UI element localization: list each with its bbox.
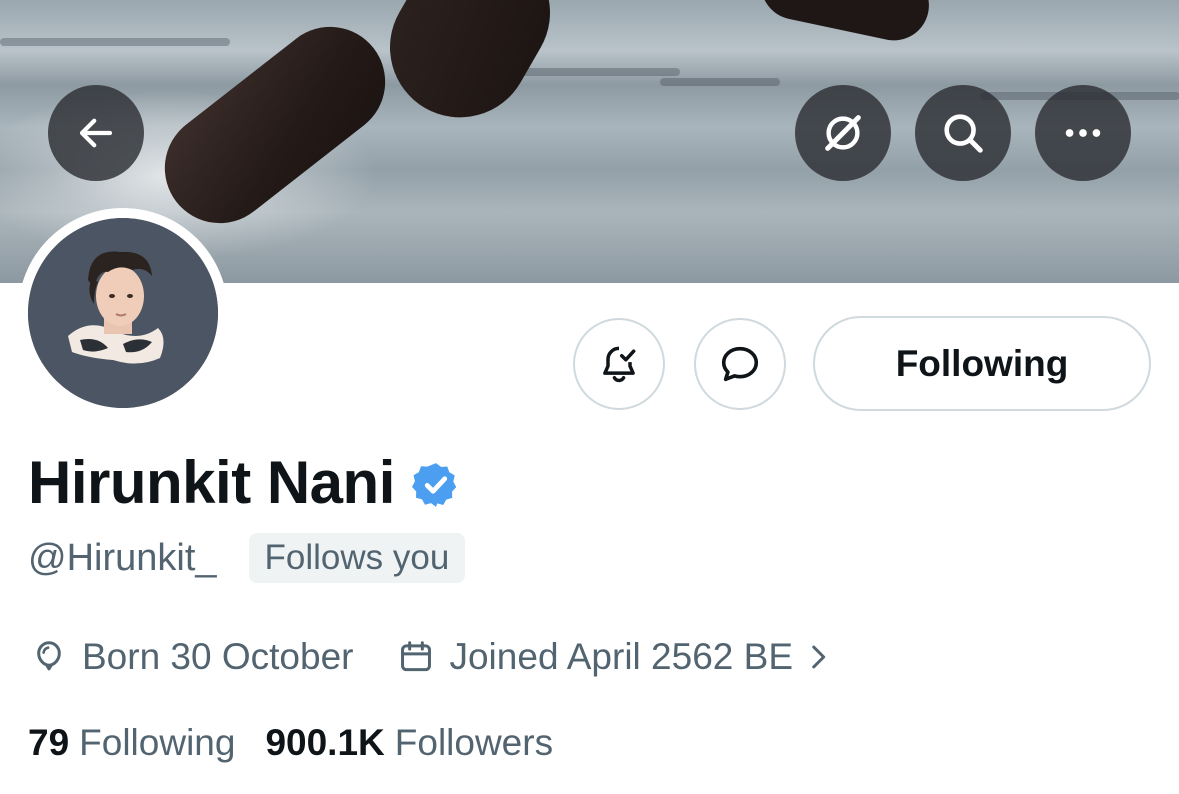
more-button[interactable]: [1035, 85, 1131, 181]
more-horizontal-icon: [1065, 129, 1101, 137]
bell-check-icon: [603, 346, 636, 383]
following-label: Following: [79, 722, 236, 763]
display-name-row: Hirunkit Nani: [28, 448, 461, 517]
joined-text: Joined April 2562 BE: [449, 636, 793, 677]
search-icon: [944, 114, 983, 153]
avatar[interactable]: [28, 218, 218, 408]
follows-you-badge: Follows you: [248, 533, 466, 583]
following-count: 79: [28, 722, 70, 763]
following-stat[interactable]: 79 Following: [28, 722, 235, 764]
calendar-icon: [401, 641, 432, 672]
banner-wave: [0, 38, 230, 46]
verified-badge-icon[interactable]: [411, 460, 461, 510]
banner-wave: [660, 78, 780, 86]
display-name: Hirunkit Nani: [28, 449, 395, 516]
handle-row: @Hirunkit_ Follows you: [28, 533, 466, 583]
grok-button[interactable]: [795, 85, 891, 181]
banner-wave: [520, 68, 680, 76]
notifications-button[interactable]: [573, 318, 665, 410]
following-button[interactable]: Following: [813, 316, 1151, 411]
back-button[interactable]: [48, 85, 144, 181]
followers-count: 900.1K: [265, 722, 385, 763]
search-button[interactable]: [915, 85, 1011, 181]
followers-stat[interactable]: 900.1K Followers: [265, 722, 553, 764]
follow-stats: 79 Following 900.1K Followers: [28, 722, 553, 764]
message-bubble-icon: [721, 346, 759, 382]
profile-meta: Born 30 October Joined April 2562 BE: [30, 636, 835, 678]
message-button[interactable]: [694, 318, 786, 410]
grok-slash-icon: [825, 115, 861, 151]
banner-finger: [754, 0, 936, 47]
followers-label: Followers: [394, 722, 554, 763]
joined-item[interactable]: Joined April 2562 BE: [397, 636, 835, 678]
birthday-item: Born 30 October: [30, 636, 353, 678]
arrow-left-icon: [79, 118, 113, 148]
avatar-frame[interactable]: [18, 208, 228, 418]
user-handle: @Hirunkit_: [28, 536, 217, 579]
avatar-illustration: [28, 218, 218, 408]
balloon-icon: [37, 641, 61, 671]
chevron-right-icon: [812, 645, 826, 669]
birthday-text: Born 30 October: [82, 636, 354, 677]
